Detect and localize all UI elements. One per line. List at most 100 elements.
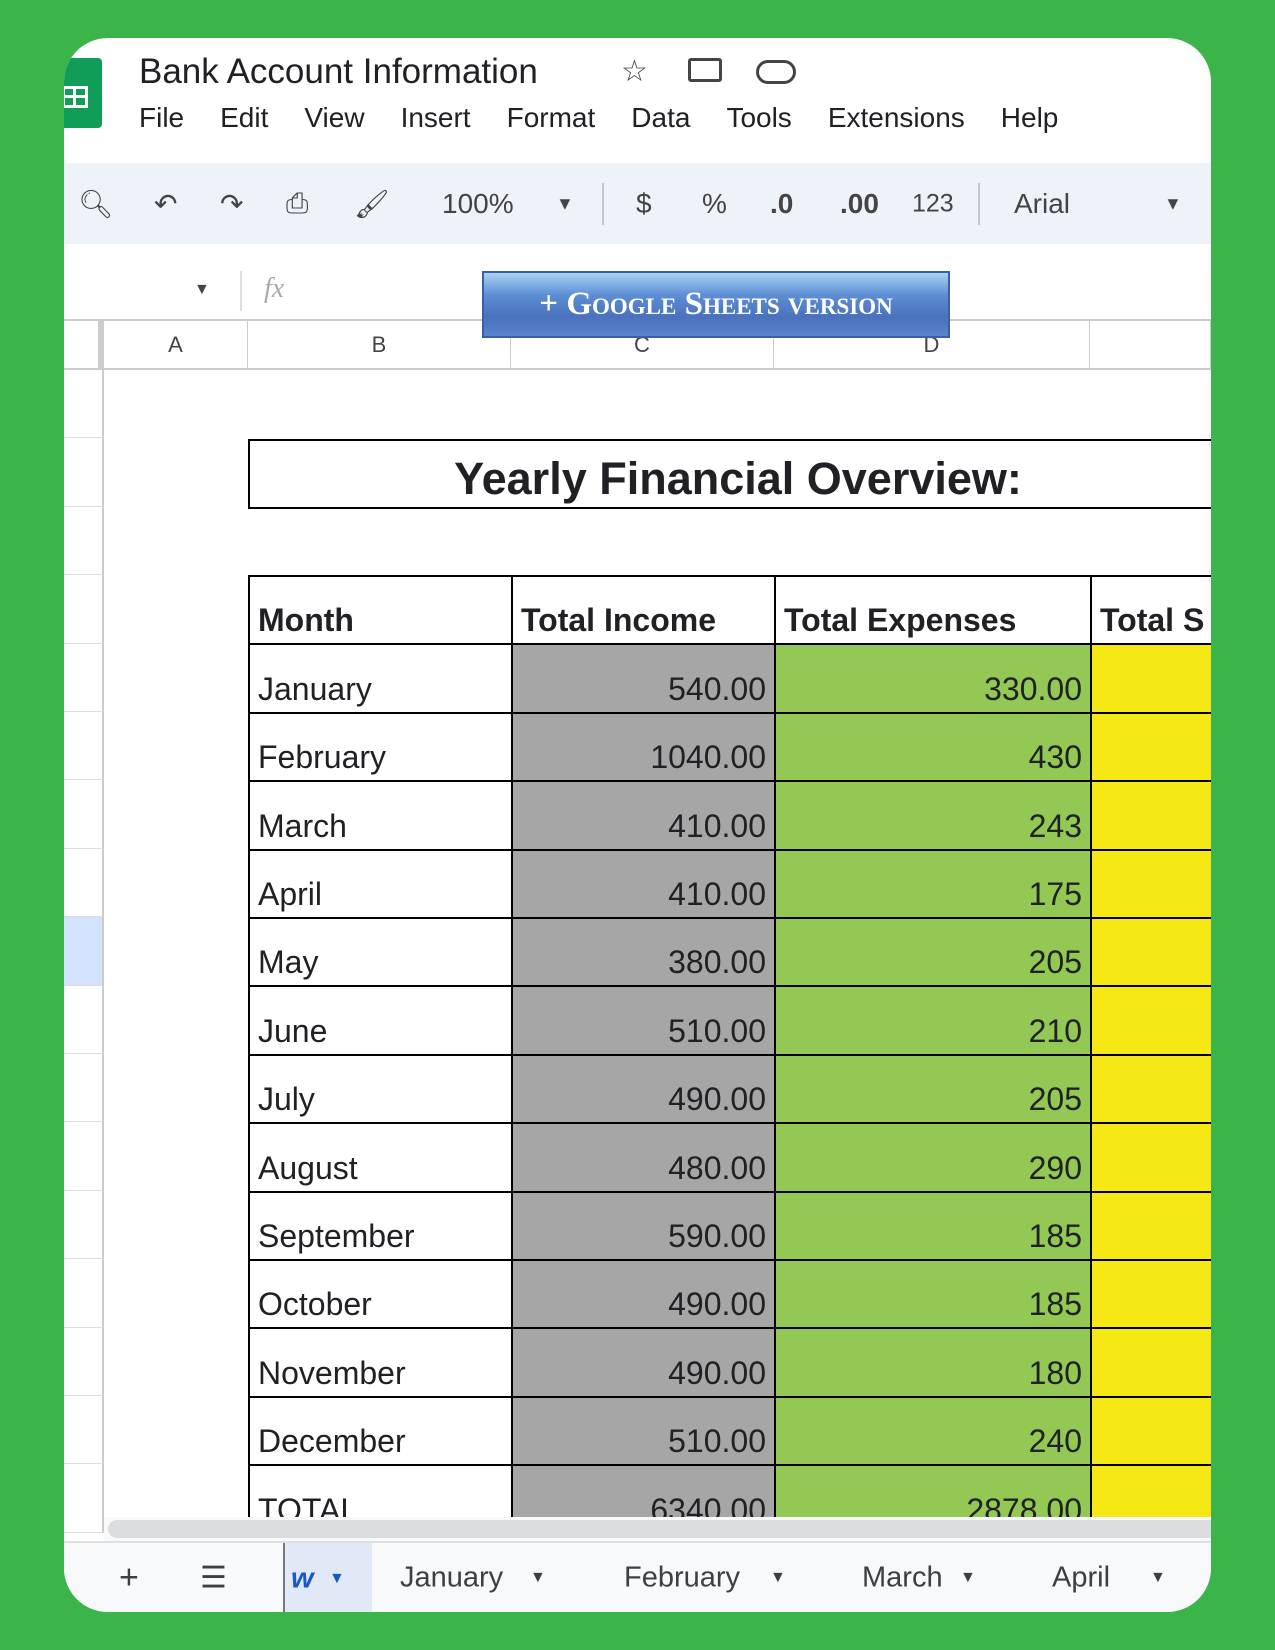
- month-cell[interactable]: March: [248, 780, 513, 851]
- search-icon[interactable]: 🔍︎: [78, 187, 114, 220]
- expenses-cell[interactable]: 330.00: [774, 643, 1092, 714]
- month-cell[interactable]: April: [248, 848, 513, 919]
- zoom-select[interactable]: 100%: [442, 188, 514, 220]
- month-cell[interactable]: July: [248, 1053, 513, 1125]
- menu-edit[interactable]: Edit: [220, 102, 268, 134]
- row-header[interactable]: [64, 712, 104, 781]
- menu-data[interactable]: Data: [631, 102, 690, 134]
- income-cell[interactable]: 490.00: [511, 1259, 776, 1330]
- chevron-down-icon[interactable]: ▼: [1150, 1569, 1166, 1587]
- sheet-tab-january[interactable]: January: [400, 1561, 503, 1594]
- month-cell[interactable]: February: [248, 711, 513, 783]
- month-cell[interactable]: November: [248, 1327, 513, 1398]
- table-header-cell[interactable]: Total S: [1090, 575, 1211, 646]
- table-header-cell[interactable]: Month: [248, 575, 513, 646]
- month-cell[interactable]: May: [248, 917, 513, 988]
- row-header[interactable]: [64, 1054, 104, 1123]
- font-select[interactable]: Arial: [1014, 188, 1070, 220]
- add-sheet-icon[interactable]: +: [119, 1558, 139, 1597]
- column-header-e[interactable]: [1090, 321, 1211, 370]
- income-cell[interactable]: 490.00: [511, 1327, 776, 1398]
- income-cell[interactable]: 410.00: [511, 848, 776, 919]
- row-header[interactable]: [64, 1464, 104, 1533]
- google-sheets-version-banner[interactable]: + Google Sheets version: [482, 271, 950, 338]
- menu-insert[interactable]: Insert: [401, 102, 471, 134]
- month-cell[interactable]: June: [248, 985, 513, 1056]
- income-cell[interactable]: 380.00: [511, 917, 776, 988]
- move-to-folder-icon[interactable]: [688, 58, 722, 82]
- row-header[interactable]: [64, 438, 104, 507]
- chevron-down-icon[interactable]: ▼: [556, 193, 574, 214]
- expenses-cell[interactable]: 175: [774, 848, 1092, 919]
- month-cell[interactable]: January: [248, 643, 513, 714]
- savings-cell[interactable]: [1090, 1395, 1211, 1467]
- menu-view[interactable]: View: [304, 102, 364, 134]
- percent-button[interactable]: %: [702, 188, 727, 220]
- expenses-cell[interactable]: 205: [774, 1053, 1092, 1125]
- all-sheets-icon[interactable]: ☰: [200, 1560, 227, 1595]
- star-icon[interactable]: ☆: [621, 54, 648, 89]
- menu-help[interactable]: Help: [1001, 102, 1059, 134]
- income-cell[interactable]: 510.00: [511, 985, 776, 1056]
- expenses-cell[interactable]: 210: [774, 985, 1092, 1056]
- document-title[interactable]: Bank Account Information: [139, 52, 538, 92]
- savings-cell[interactable]: [1090, 1327, 1211, 1398]
- row-header[interactable]: [64, 1122, 104, 1191]
- chevron-down-icon[interactable]: ▼: [770, 1569, 786, 1587]
- cloud-saved-icon[interactable]: [756, 60, 796, 84]
- paint-format-icon[interactable]: 🖌︎: [354, 187, 390, 220]
- expenses-cell[interactable]: 240: [774, 1395, 1092, 1467]
- savings-cell[interactable]: [1090, 1190, 1211, 1261]
- row-header[interactable]: [64, 780, 104, 849]
- row-header[interactable]: [64, 1190, 104, 1260]
- month-cell[interactable]: August: [248, 1122, 513, 1193]
- row-header[interactable]: [64, 575, 104, 644]
- income-cell[interactable]: 410.00: [511, 780, 776, 851]
- redo-icon[interactable]: ↷: [220, 187, 243, 220]
- income-cell[interactable]: 480.00: [511, 1122, 776, 1193]
- menu-extensions[interactable]: Extensions: [828, 102, 965, 134]
- menu-format[interactable]: Format: [507, 102, 596, 134]
- savings-cell[interactable]: [1090, 780, 1211, 851]
- select-all-corner[interactable]: [64, 321, 104, 370]
- savings-cell[interactable]: [1090, 643, 1211, 714]
- expenses-cell[interactable]: 290: [774, 1122, 1092, 1193]
- expenses-cell[interactable]: 180: [774, 1327, 1092, 1398]
- savings-cell[interactable]: [1090, 917, 1211, 988]
- sheet-tab-february[interactable]: February: [624, 1561, 740, 1594]
- savings-cell[interactable]: [1090, 848, 1211, 919]
- row-header[interactable]: [64, 506, 104, 576]
- row-header[interactable]: [64, 848, 104, 918]
- column-header-b[interactable]: B: [248, 321, 511, 370]
- expenses-cell[interactable]: 205: [774, 917, 1092, 988]
- month-cell[interactable]: December: [248, 1395, 513, 1467]
- undo-icon[interactable]: ↶: [154, 187, 177, 220]
- print-icon[interactable]: ⎙: [286, 187, 308, 220]
- row-header[interactable]: [64, 985, 104, 1054]
- sheet-title[interactable]: Yearly Financial Overview:: [248, 439, 1211, 509]
- row-header[interactable]: [64, 370, 104, 439]
- savings-cell[interactable]: [1090, 1053, 1211, 1125]
- currency-button[interactable]: $: [636, 188, 652, 220]
- income-cell[interactable]: 510.00: [511, 1395, 776, 1467]
- savings-cell[interactable]: [1090, 711, 1211, 783]
- number-format-button[interactable]: 123: [912, 189, 954, 218]
- savings-cell[interactable]: [1090, 985, 1211, 1056]
- table-header-cell[interactable]: Total Income: [511, 575, 776, 646]
- income-cell[interactable]: 490.00: [511, 1053, 776, 1125]
- table-header-cell[interactable]: Total Expenses: [774, 575, 1092, 646]
- expenses-cell[interactable]: 185: [774, 1190, 1092, 1261]
- menu-tools[interactable]: Tools: [726, 102, 791, 134]
- expenses-cell[interactable]: 243: [774, 780, 1092, 851]
- row-header[interactable]: [64, 1259, 104, 1328]
- month-cell[interactable]: September: [248, 1190, 513, 1261]
- horizontal-scrollbar[interactable]: [108, 1520, 1211, 1538]
- name-box-dropdown-icon[interactable]: ▼: [194, 281, 210, 299]
- income-cell[interactable]: 590.00: [511, 1190, 776, 1261]
- row-header[interactable]: [64, 643, 104, 712]
- increase-decimal-button[interactable]: .00: [840, 188, 879, 220]
- chevron-down-icon[interactable]: ▼: [1164, 193, 1182, 214]
- chevron-down-icon[interactable]: ▼: [530, 1569, 546, 1587]
- menu-file[interactable]: File: [139, 102, 184, 134]
- sheet-tab-april[interactable]: April: [1052, 1561, 1110, 1594]
